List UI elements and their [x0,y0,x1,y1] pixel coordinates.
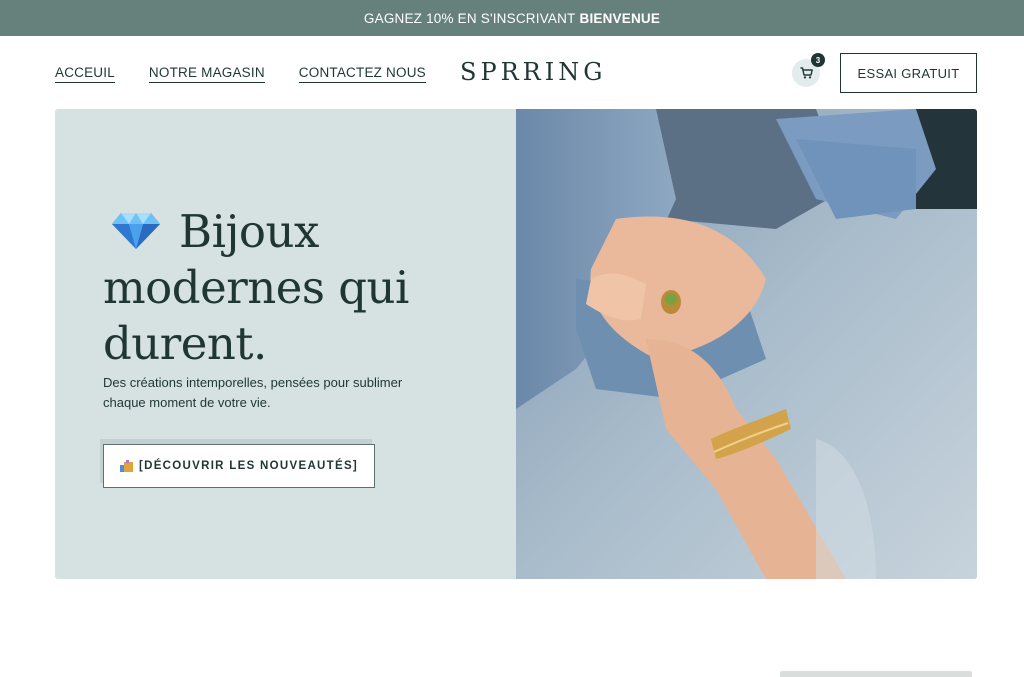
brand-logo[interactable]: SPRRING [460,58,606,86]
discover-new-button[interactable]: [DÉCOUVRIR LES NOUVEAUTÉS] [103,444,375,488]
hero-title: Bijoux modernes qui durent. [103,204,483,372]
hero-description: Des créations intemporelles, pensées pou… [103,375,403,410]
gem-icon [112,213,160,249]
promo-bar: GAGNEZ 10% EN S'INSCRIVANT BIENVENUE [0,0,1024,36]
hero-title-line2: modernes qui [103,261,409,314]
hero-title-line1: Bijoux [179,205,319,258]
nav-link-notre-magasin[interactable]: NOTRE MAGASIN [148,65,265,83]
shopping-icon [119,460,133,472]
main-nav: ACCEUIL NOTRE MAGASIN CONTACTEZ NOUS [55,65,426,83]
cart-icon [800,67,813,79]
discover-new-label: [DÉCOUVRIR LES NOUVEAUTÉS] [138,460,359,472]
cart-count-badge: 3 [811,53,825,67]
hero-text-panel: Bijoux modernes qui durent. Des création… [55,109,516,579]
hero-section: Bijoux modernes qui durent. Des création… [55,109,977,579]
cart-button[interactable]: 3 [792,53,825,87]
free-trial-button[interactable]: ESSAI GRATUIT [840,53,977,93]
nav-link-contactez-nous[interactable]: CONTACTEZ NOUS [298,65,426,83]
promo-text: GAGNEZ 10% EN S'INSCRIVANT [363,10,576,26]
nav-link-accueil[interactable]: ACCEUIL [55,65,115,83]
promo-code: BIENVENUE [579,10,661,26]
jewelry-photo [516,109,977,579]
site-header: ACCEUIL NOTRE MAGASIN CONTACTEZ NOUS SPR… [0,36,1024,109]
hero-image [516,109,977,579]
bottom-strip [780,671,972,677]
hero-title-line3: durent. [103,317,267,370]
